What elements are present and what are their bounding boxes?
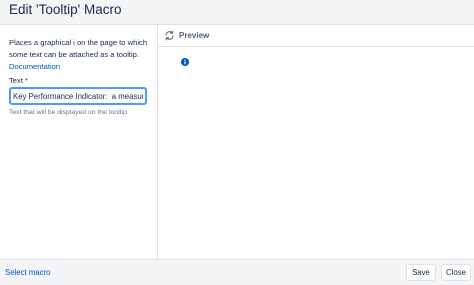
documentation-link[interactable]: Documentation — [9, 62, 60, 71]
tooltip-text-input[interactable] — [9, 87, 147, 105]
select-macro-link[interactable]: Select macro — [5, 268, 51, 277]
preview-header: Preview — [158, 25, 474, 47]
dialog-title: Edit 'Tooltip' Macro — [9, 2, 122, 17]
refresh-icon[interactable] — [164, 30, 175, 41]
macro-description: Places a graphical i on the page to whic… — [9, 37, 154, 73]
edit-macro-dialog: Edit 'Tooltip' Macro Places a graphical … — [0, 0, 474, 285]
close-button[interactable]: Close — [441, 264, 471, 281]
dialog-footer: Select macro Save Close — [0, 259, 474, 285]
dialog-body: Places a graphical i on the page to whic… — [0, 24, 474, 259]
text-field-label: Text * — [9, 76, 28, 85]
save-button[interactable]: Save — [406, 264, 436, 281]
macro-parameters-pane: Places a graphical i on the page to whic… — [0, 25, 158, 259]
macro-description-text: Places a graphical i on the page to whic… — [9, 38, 148, 59]
dialog-header: Edit 'Tooltip' Macro — [0, 0, 474, 24]
info-icon[interactable] — [181, 58, 189, 66]
preview-label: Preview — [179, 31, 210, 40]
text-field-help: Text that will be displayed on the toolt… — [9, 109, 129, 116]
preview-pane: Preview — [158, 25, 474, 259]
